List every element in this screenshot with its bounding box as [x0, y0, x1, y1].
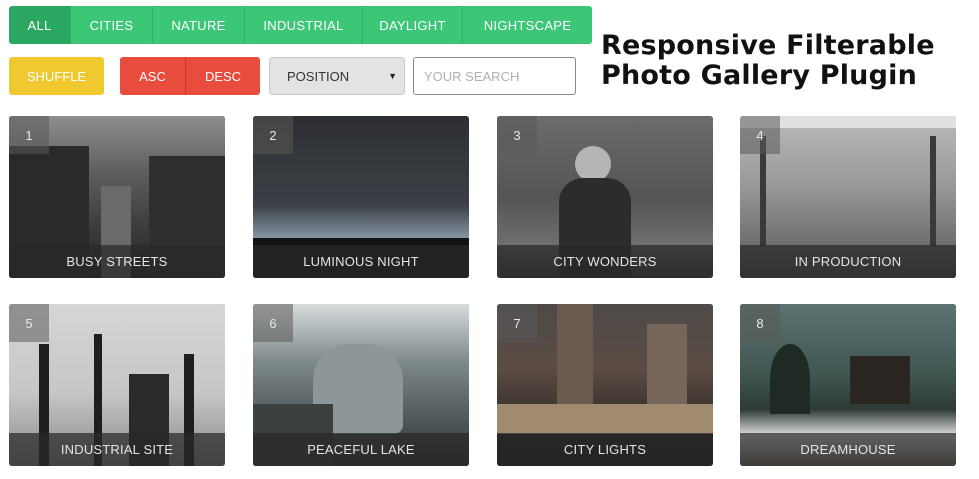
gallery-item-number: 1 — [9, 116, 49, 154]
dropdown-arrow-icon: ▼ — [388, 71, 397, 81]
shuffle-button[interactable]: SHUFFLE — [9, 57, 104, 95]
gallery-item-caption: CITY LIGHTS — [497, 433, 713, 466]
gallery-item-number: 2 — [253, 116, 293, 154]
search-input[interactable] — [413, 57, 576, 95]
gallery-item-number: 7 — [497, 304, 537, 342]
gallery-item[interactable]: 2 LUMINOUS NIGHT — [253, 116, 469, 278]
filter-bar: ALL CITIES NATURE INDUSTRIAL DAYLIGHT NI… — [9, 6, 592, 44]
gallery-item-caption: LUMINOUS NIGHT — [253, 245, 469, 278]
filter-all-button[interactable]: ALL — [9, 6, 71, 44]
gallery-item-caption: INDUSTRIAL SITE — [9, 433, 225, 466]
gallery-item[interactable]: 6 PEACEFUL LAKE — [253, 304, 469, 466]
gallery-item-caption: DREAMHOUSE — [740, 433, 956, 466]
page-title: Responsive Filterable Photo Gallery Plug… — [601, 31, 971, 91]
gallery-item[interactable]: 1 BUSY STREETS — [9, 116, 225, 278]
filter-industrial-button[interactable]: INDUSTRIAL — [245, 6, 363, 44]
gallery-item[interactable]: 8 DREAMHOUSE — [740, 304, 956, 466]
filter-nature-button[interactable]: NATURE — [153, 6, 245, 44]
page-title-line-1: Responsive Filterable — [601, 30, 935, 61]
gallery-item-number: 8 — [740, 304, 780, 342]
gallery-item-number: 4 — [740, 116, 780, 154]
gallery-item[interactable]: 7 CITY LIGHTS — [497, 304, 713, 466]
sort-field-select[interactable]: POSITION ▼ — [269, 57, 405, 95]
sort-asc-button[interactable]: ASC — [120, 57, 186, 95]
page-title-line-2: Photo Gallery Plugin — [601, 60, 918, 91]
sort-field-value: POSITION — [287, 68, 350, 84]
sort-order-group: ASC DESC — [120, 57, 260, 95]
gallery-item-caption: PEACEFUL LAKE — [253, 433, 469, 466]
gallery-item-caption: CITY WONDERS — [497, 245, 713, 278]
filter-daylight-button[interactable]: DAYLIGHT — [363, 6, 463, 44]
gallery-item-number: 3 — [497, 116, 537, 154]
gallery-item[interactable]: 4 IN PRODUCTION — [740, 116, 956, 278]
gallery-item-caption: BUSY STREETS — [9, 245, 225, 278]
filter-cities-button[interactable]: CITIES — [71, 6, 153, 44]
gallery-item-number: 6 — [253, 304, 293, 342]
gallery-item[interactable]: 5 INDUSTRIAL SITE — [9, 304, 225, 466]
gallery-item-number: 5 — [9, 304, 49, 342]
filter-nightscape-button[interactable]: NIGHTSCAPE — [463, 6, 592, 44]
gallery-item-caption: IN PRODUCTION — [740, 245, 956, 278]
sort-desc-button[interactable]: DESC — [186, 57, 260, 95]
gallery-item[interactable]: 3 CITY WONDERS — [497, 116, 713, 278]
